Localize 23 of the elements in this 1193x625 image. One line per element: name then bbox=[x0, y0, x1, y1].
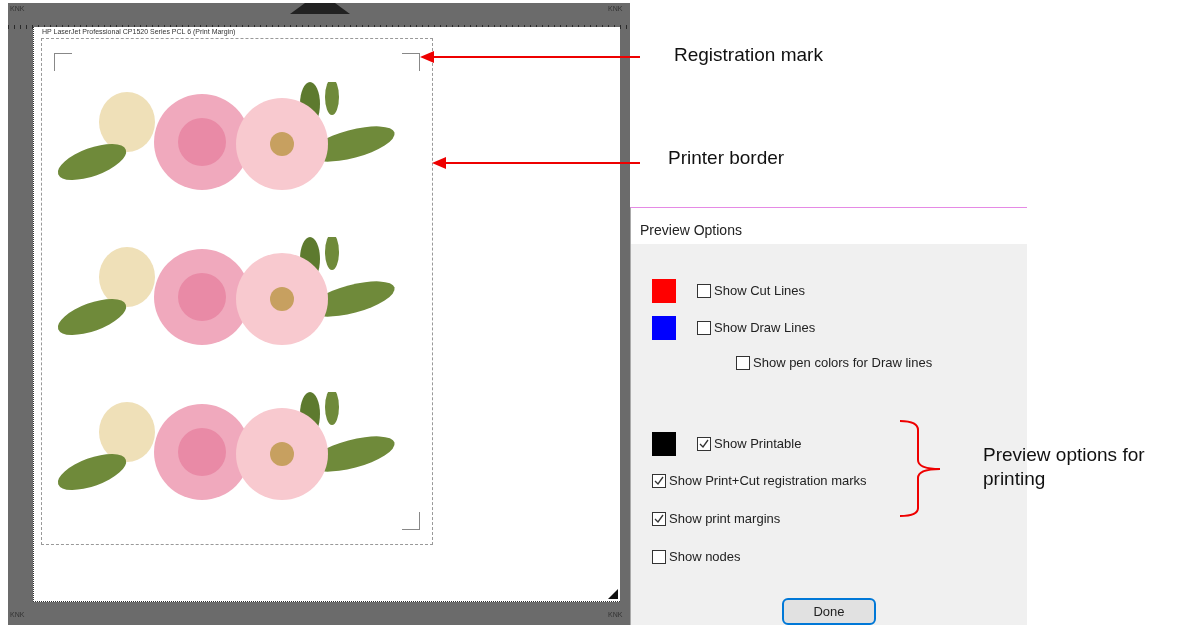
registration-mark bbox=[402, 53, 420, 71]
checkbox-label[interactable]: Show print margins bbox=[669, 509, 781, 529]
checkbox[interactable] bbox=[652, 512, 666, 526]
triangle-marker-icon bbox=[290, 3, 350, 14]
checkbox[interactable] bbox=[652, 550, 666, 564]
done-button[interactable]: Done bbox=[782, 598, 876, 625]
checkbox[interactable] bbox=[697, 320, 711, 335]
checkbox-label[interactable]: Show Print+Cut registration marks bbox=[669, 471, 867, 491]
annotation-text: Registration mark bbox=[674, 43, 823, 67]
corner-triangle-icon bbox=[608, 589, 618, 599]
checkbox-label[interactable]: Show nodes bbox=[669, 547, 741, 567]
registration-mark bbox=[54, 53, 72, 71]
checkbox[interactable] bbox=[736, 355, 750, 370]
registration-mark bbox=[402, 512, 420, 530]
checkbox[interactable] bbox=[652, 474, 666, 488]
checkbox-label[interactable]: Show Printable bbox=[714, 433, 802, 454]
checkbox-label[interactable]: Show Draw Lines bbox=[714, 317, 816, 338]
checkbox-label[interactable]: Show Cut Lines bbox=[714, 280, 806, 301]
checkbox[interactable] bbox=[697, 436, 711, 451]
annotation-text: Printer border bbox=[668, 146, 785, 170]
checkbox-label[interactable]: Show pen colors for Draw lines bbox=[753, 352, 933, 373]
checkbox[interactable] bbox=[697, 283, 711, 298]
annotation-text: Preview options for printing bbox=[983, 443, 1146, 491]
